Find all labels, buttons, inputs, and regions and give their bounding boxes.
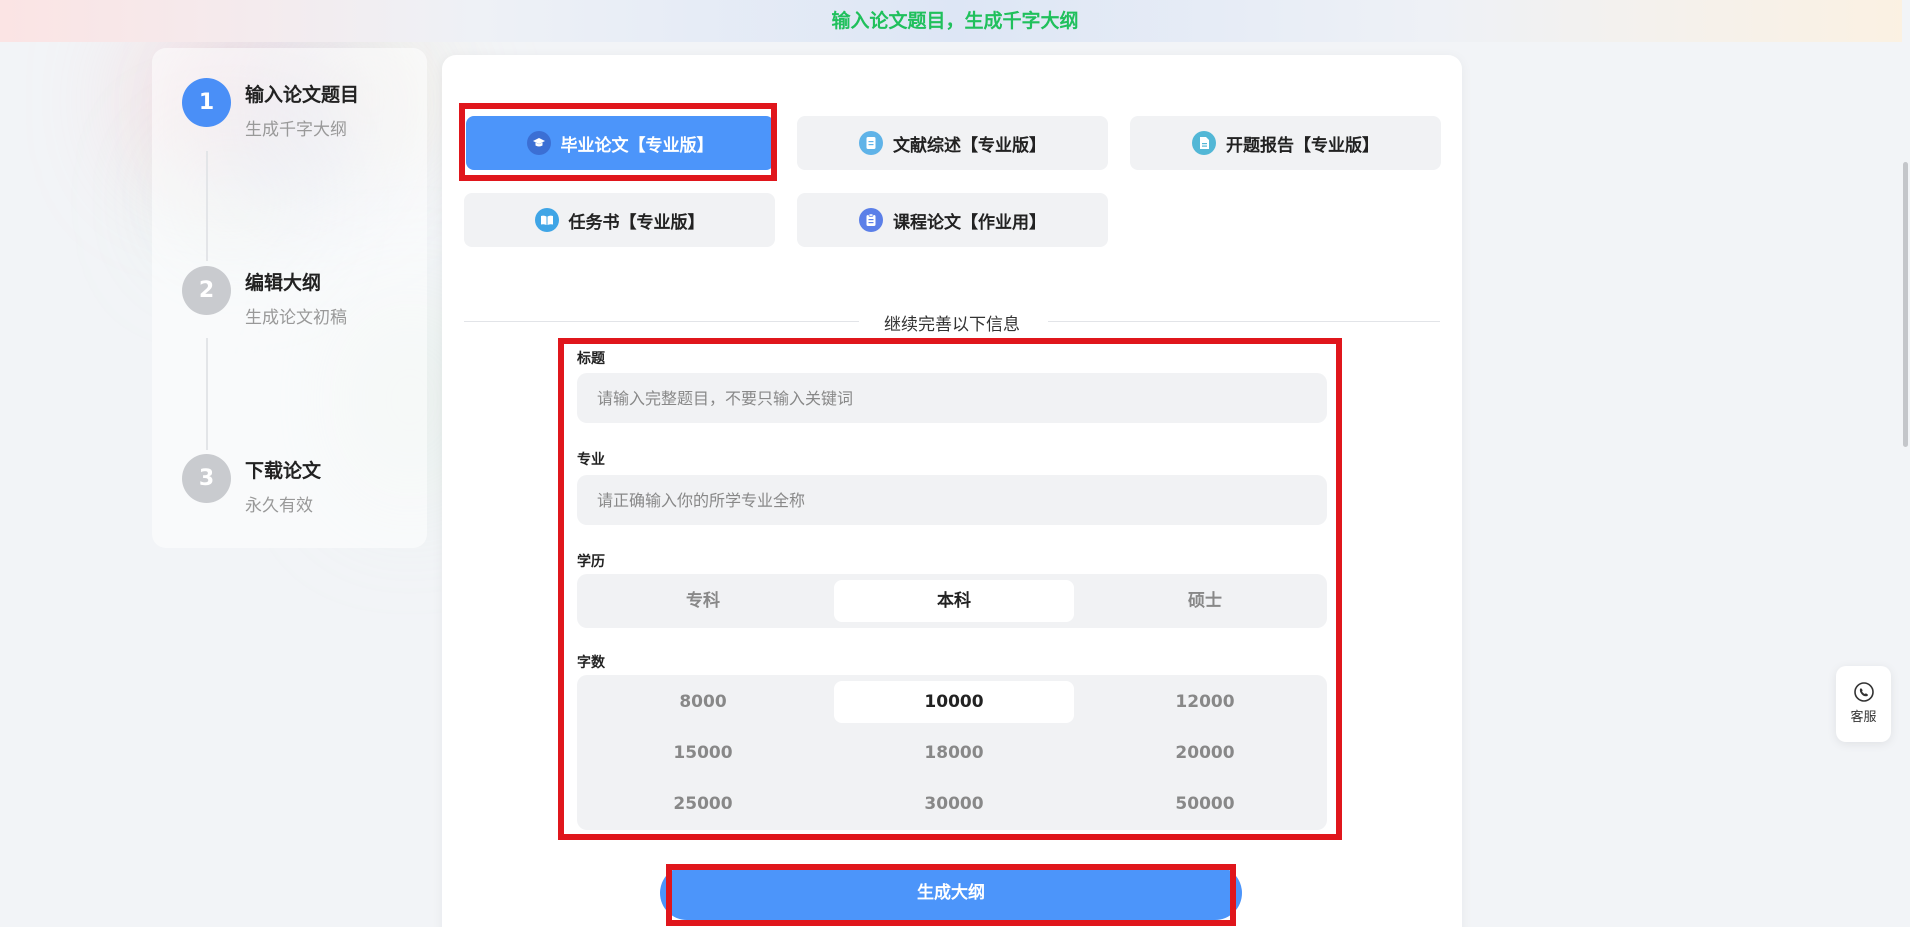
graduation-cap-icon	[526, 131, 551, 155]
wordcount-selector: 8000 10000 12000 15000 18000 20000 25000…	[577, 675, 1327, 830]
step-number: 2	[182, 266, 231, 315]
step-subtitle: 永久有效	[245, 496, 313, 516]
wordcount-label: 字数	[577, 655, 605, 671]
section-divider: 继续完善以下信息	[464, 307, 1440, 337]
step-title: 编辑大纲	[245, 272, 322, 294]
generate-outline-button[interactable]: 生成大纲	[660, 866, 1242, 920]
education-label: 学历	[577, 554, 605, 570]
step-subtitle: 生成千字大纲	[245, 120, 347, 140]
step-connector	[206, 338, 208, 450]
divider-text: 继续完善以下信息	[884, 315, 1020, 335]
wordcount-option[interactable]: 50000	[1085, 783, 1325, 825]
education-option-master[interactable]: 硕士	[1085, 580, 1325, 622]
paper-type-label: 毕业论文【专业版】	[560, 135, 714, 156]
major-input[interactable]	[577, 475, 1327, 525]
wordcount-option[interactable]: 18000	[834, 732, 1074, 774]
paper-type-graduation-thesis[interactable]: 毕业论文【专业版】	[466, 116, 774, 170]
customer-service-label: 客服	[1850, 710, 1877, 725]
step-connector	[206, 151, 208, 261]
step-title: 输入论文题目	[245, 84, 360, 106]
title-input[interactable]	[577, 373, 1327, 423]
book-icon	[534, 208, 559, 232]
paper-type-literature-review[interactable]: 文献综述【专业版】	[797, 116, 1108, 170]
paper-type-label: 课程论文【作业用】	[893, 212, 1046, 233]
education-option-junior-college[interactable]: 专科	[583, 580, 823, 622]
wordcount-option[interactable]: 12000	[1085, 681, 1325, 723]
wordcount-option[interactable]: 8000	[583, 681, 823, 723]
major-label: 专业	[577, 452, 605, 468]
customer-service-icon	[1853, 682, 1874, 702]
wordcount-option[interactable]: 25000	[583, 783, 823, 825]
customer-service-button[interactable]: 客服	[1836, 666, 1891, 742]
step-subtitle: 生成论文初稿	[245, 308, 347, 328]
paper-type-label: 开题报告【专业版】	[1226, 135, 1379, 156]
wordcount-option[interactable]: 15000	[583, 732, 823, 774]
page-scrollbar-thumb[interactable]	[1903, 162, 1908, 447]
education-selector: 专科 本科 硕士	[577, 574, 1327, 628]
title-label: 标题	[577, 351, 605, 367]
paper-type-course-paper[interactable]: 课程论文【作业用】	[797, 193, 1108, 247]
step-number: 3	[182, 454, 231, 503]
paper-type-proposal-report[interactable]: 开题报告【专业版】	[1130, 116, 1441, 170]
report-icon	[1192, 131, 1216, 155]
education-option-bachelor[interactable]: 本科	[834, 580, 1074, 622]
clipboard-icon	[859, 208, 883, 232]
top-banner: 输入论文题目，生成千字大纲	[0, 0, 1910, 42]
wordcount-option-selected[interactable]: 10000	[834, 681, 1074, 723]
wordcount-option[interactable]: 20000	[1085, 732, 1325, 774]
step-number: 1	[182, 78, 231, 127]
banner-text: 输入论文题目，生成千字大纲	[831, 10, 1079, 32]
paper-type-label: 文献综述【专业版】	[893, 135, 1046, 156]
paper-type-label: 任务书【专业版】	[568, 212, 705, 233]
document-icon	[859, 131, 883, 155]
wordcount-option[interactable]: 30000	[834, 783, 1074, 825]
steps-panel: 1 输入论文题目 生成千字大纲 2 编辑大纲 生成论文初稿 3 下载论文 永久有…	[152, 48, 427, 548]
main-card: 毕业论文【专业版】 文献综述【专业版】 开题报告【专业版】 任务书【专业版】 课…	[442, 55, 1462, 927]
page-scrollbar-track	[1902, 0, 1910, 927]
step-title: 下载论文	[245, 460, 322, 482]
paper-type-task-book[interactable]: 任务书【专业版】	[464, 193, 775, 247]
